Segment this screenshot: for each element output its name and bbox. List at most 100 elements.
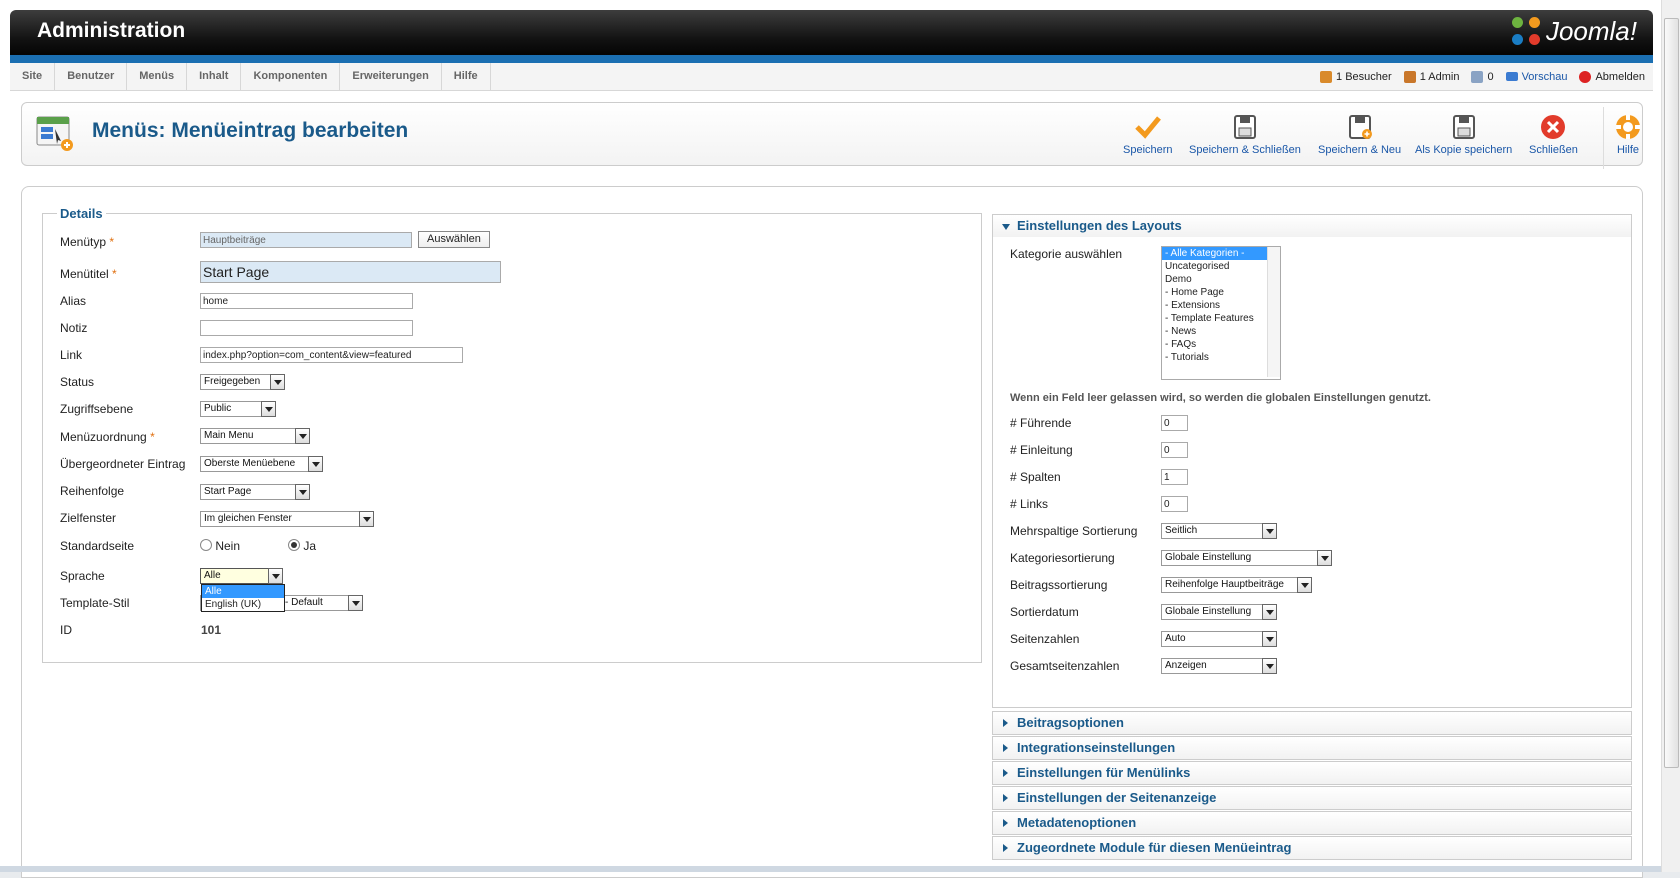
category-option[interactable]: Uncategorised	[1162, 260, 1280, 273]
category-option[interactable]: - Tutorials	[1162, 351, 1280, 364]
alias-label: Alias	[60, 294, 87, 308]
article-options-panel[interactable]: Beitragsoptionen	[992, 711, 1632, 735]
alias-input[interactable]: home	[200, 293, 413, 309]
details-fieldset: Details	[42, 206, 982, 663]
pagination-results-select[interactable]: Anzeigen	[1161, 658, 1277, 674]
note-input[interactable]	[200, 320, 413, 336]
metadata-panel[interactable]: Metadatenoptionen	[992, 811, 1632, 835]
lifebuoy-icon	[1616, 115, 1640, 139]
help-button[interactable]: Hilfe	[1603, 107, 1642, 169]
category-option[interactable]: - Alle Kategorien -	[1162, 247, 1280, 260]
category-listbox[interactable]: - Alle Kategorien - Uncategorised Demo -…	[1161, 246, 1281, 380]
save-copy-button[interactable]: Als Kopie speichern	[1415, 113, 1512, 156]
language-select[interactable]: Alle	[200, 568, 283, 584]
save-button[interactable]: Speichern	[1123, 113, 1173, 156]
category-order-select[interactable]: Globale Einstellung	[1161, 550, 1332, 566]
intro-input[interactable]: 0	[1161, 442, 1188, 458]
module-assignment-panel[interactable]: Zugeordnete Module für diesen Menüeintra…	[992, 836, 1632, 860]
note-label: Notiz	[60, 321, 88, 335]
radio-no[interactable]	[200, 539, 212, 551]
date-for-order-select[interactable]: Globale Einstellung	[1161, 604, 1277, 620]
pagination-select[interactable]: Auto	[1161, 631, 1277, 647]
nav-item-users[interactable]: Benutzer	[55, 63, 128, 90]
default-page-label: Standardseite	[60, 539, 135, 553]
help-label: Hilfe	[1616, 144, 1639, 156]
template-style-label: Template-Stil	[60, 596, 130, 610]
default-page-no[interactable]: Nein	[200, 539, 240, 553]
category-option[interactable]: - Template Features	[1162, 312, 1280, 325]
status-label: Status	[60, 375, 95, 389]
page-scrollbar[interactable]	[1661, 0, 1680, 872]
menu-title-input[interactable]: Start Page	[200, 261, 501, 283]
target-window-select[interactable]: Im gleichen Fenster	[200, 511, 374, 527]
layout-panel-header[interactable]: Einstellungen des Layouts	[993, 215, 1631, 237]
nav-item-components[interactable]: Komponenten	[241, 63, 341, 90]
parent-item-select[interactable]: Oberste Menüebene	[200, 456, 323, 472]
menu-assignment-select[interactable]: Main Menu	[200, 428, 310, 444]
logout-link[interactable]: Abmelden	[1579, 70, 1645, 83]
status-select[interactable]: Freigegeben	[200, 374, 285, 390]
nav-item-site[interactable]: Site	[10, 63, 56, 90]
joomla-logo[interactable]: Joomla!	[1511, 16, 1637, 47]
messages-status[interactable]: 0	[1471, 70, 1494, 83]
page-title: Menüs: Menüeintrag bearbeiten	[92, 119, 409, 142]
language-option-all[interactable]: Alle	[202, 585, 284, 598]
preview-label[interactable]: Vorschau	[1522, 71, 1568, 83]
article-options-header[interactable]: Beitragsoptionen	[993, 712, 1631, 734]
menu-type-label-text: Menütyp	[60, 235, 107, 249]
pagination-results-label: Gesamtseitenzahlen	[1010, 659, 1120, 673]
nav-item-extensions[interactable]: Erweiterungen	[340, 63, 442, 90]
access-value: Public	[204, 403, 232, 414]
listbox-scrollbar[interactable]	[1267, 247, 1280, 377]
category-order-label: Kategoriesortierung	[1010, 551, 1115, 565]
columns-input[interactable]: 1	[1161, 469, 1188, 485]
module-assignment-header[interactable]: Zugeordnete Module für diesen Menüeintra…	[993, 837, 1631, 859]
save-copy-label: Als Kopie speichern	[1415, 144, 1513, 156]
nav-item-help[interactable]: Hilfe	[442, 63, 491, 90]
scrollbar-thumb[interactable]	[1664, 18, 1679, 768]
admins-status: 1 Admin	[1403, 70, 1459, 83]
language-label: Sprache	[60, 569, 105, 583]
monitor-icon	[1505, 72, 1518, 81]
article-order-select[interactable]: Reihenfolge Hauptbeiträge	[1161, 577, 1312, 593]
menu-assignment-label: Menüzuordnung *	[60, 430, 155, 444]
chevron-down-icon	[1262, 631, 1277, 647]
required-asterisk: *	[112, 267, 117, 281]
page-display-header[interactable]: Einstellungen der Seitenanzeige	[993, 787, 1631, 809]
multi-column-order-select[interactable]: Seitlich	[1161, 523, 1277, 539]
disk-plus-icon	[1348, 115, 1372, 139]
integration-panel[interactable]: Integrationseinstellungen	[992, 736, 1632, 760]
save-label: Speichern	[1123, 144, 1173, 156]
chevron-down-icon	[1262, 523, 1277, 539]
integration-header[interactable]: Integrationseinstellungen	[993, 737, 1631, 759]
link-type-panel[interactable]: Einstellungen für Menülinks	[992, 761, 1632, 785]
language-option-english[interactable]: English (UK)	[202, 598, 284, 611]
id-value: 101	[201, 623, 222, 637]
close-button[interactable]: Schließen	[1529, 113, 1578, 156]
category-option[interactable]: - FAQs	[1162, 338, 1280, 351]
category-option[interactable]: - Home Page	[1162, 286, 1280, 299]
leading-input[interactable]: 0	[1161, 415, 1188, 431]
access-select[interactable]: Public	[200, 401, 276, 417]
radio-yes-label: Ja	[303, 539, 317, 553]
select-menu-type-button[interactable]: Auswählen	[418, 231, 490, 248]
category-option[interactable]: - Extensions	[1162, 299, 1280, 312]
links-input[interactable]: 0	[1161, 496, 1188, 512]
radio-yes[interactable]	[288, 539, 300, 551]
save-new-button[interactable]: Speichern & Neu	[1318, 113, 1401, 156]
page-display-panel[interactable]: Einstellungen der Seitenanzeige	[992, 786, 1632, 810]
default-page-yes[interactable]: Ja	[288, 539, 316, 553]
category-option[interactable]: Demo	[1162, 273, 1280, 286]
header-title: Administration	[37, 19, 186, 42]
link-type-header[interactable]: Einstellungen für Menülinks	[993, 762, 1631, 784]
save-close-button[interactable]: Speichern & Schließen	[1189, 113, 1301, 156]
logout-label[interactable]: Abmelden	[1595, 71, 1645, 83]
nav-item-menus[interactable]: Menüs	[127, 63, 188, 90]
chevron-down-icon	[359, 511, 374, 527]
nav-item-content[interactable]: Inhalt	[187, 63, 242, 90]
visitors-label: 1 Besucher	[1336, 70, 1392, 83]
metadata-header[interactable]: Metadatenoptionen	[993, 812, 1631, 834]
preview-link[interactable]: Vorschau	[1505, 71, 1568, 83]
ordering-select[interactable]: Start Page	[200, 484, 310, 500]
category-option[interactable]: - News	[1162, 325, 1280, 338]
